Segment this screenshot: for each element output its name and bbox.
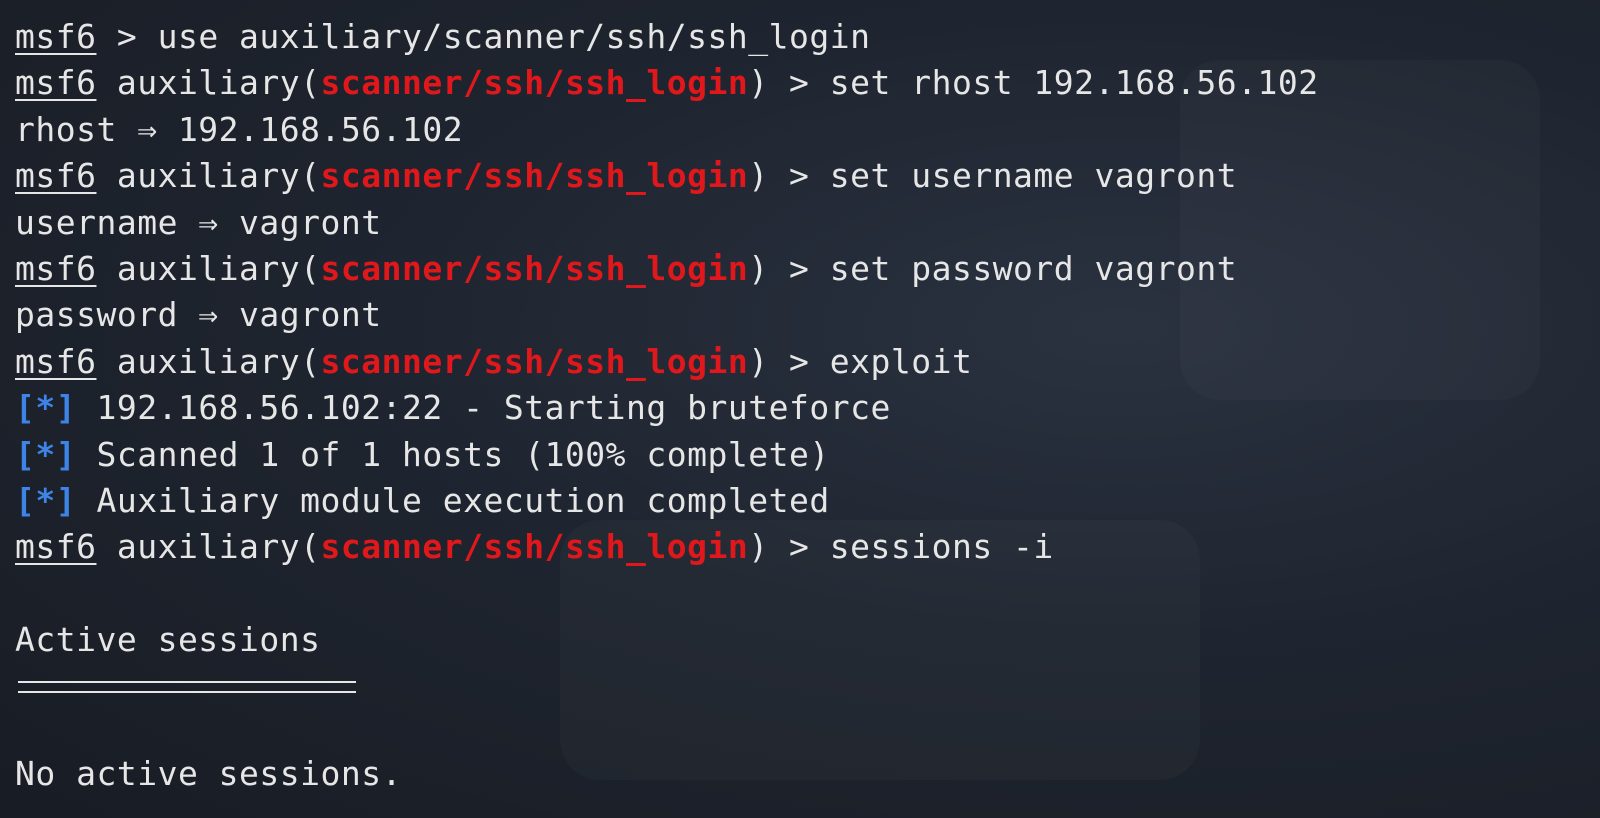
prompt-context: auxiliary(	[96, 527, 321, 567]
output-rhost: rhost ⇒ 192.168.56.102	[15, 109, 464, 149]
prompt-context: auxiliary(	[96, 341, 321, 381]
terminal-window[interactable]: { "prompt": { "name": "msf6", "separator…	[0, 0, 1600, 818]
command-line-use: msf6 > use auxiliary/scanner/ssh/ssh_log…	[15, 14, 1585, 60]
prompt-msf6: msf6	[15, 17, 97, 56]
prompt-context: auxiliary(	[96, 156, 321, 196]
prompt-context-close: )	[748, 156, 790, 196]
output-password: password ⇒ vagront	[15, 295, 382, 335]
sessions-heading: Active sessions	[15, 620, 321, 660]
prompt-context-close: )	[748, 527, 790, 567]
command-line-exploit: msf6 auxiliary(scanner/ssh/ssh_login) > …	[15, 339, 1585, 385]
prompt-context-close: )	[748, 248, 790, 288]
prompt-msf6: msf6	[15, 156, 97, 196]
status-line: [*] Scanned 1 of 1 hosts (100% complete)	[15, 432, 1585, 478]
command-line-sessions: msf6 auxiliary(scanner/ssh/ssh_login) > …	[15, 524, 1585, 570]
command-text: > use auxiliary/scanner/ssh/ssh_login	[96, 17, 871, 56]
prompt-msf6: msf6	[15, 63, 97, 103]
module-name: scanner/ssh/ssh_login	[320, 63, 749, 103]
module-name: scanner/ssh/ssh_login	[320, 341, 749, 381]
module-name: scanner/ssh/ssh_login	[320, 527, 749, 567]
info-marker-icon: [*]	[15, 388, 77, 428]
prompt-context-close: )	[748, 341, 790, 381]
status-line: [*] 192.168.56.102:22 - Starting brutefo…	[15, 385, 1585, 431]
terminal-output: msf6 > use auxiliary/scanner/ssh/ssh_log…	[15, 14, 1585, 818]
command-text: > set username vagront	[789, 156, 1238, 196]
prompt-context-close: )	[748, 63, 790, 103]
output-username: username ⇒ vagront	[15, 202, 382, 242]
prompt-msf6: msf6	[15, 248, 97, 288]
prompt-context: auxiliary(	[96, 63, 321, 103]
info-marker-icon: [*]	[15, 434, 77, 474]
command-line-set-username: msf6 auxiliary(scanner/ssh/ssh_login) > …	[15, 153, 1585, 199]
prompt-msf6: msf6	[15, 527, 97, 567]
command-line-set-rhost: msf6 auxiliary(scanner/ssh/ssh_login) > …	[15, 60, 1585, 106]
module-name: scanner/ssh/ssh_login	[320, 156, 749, 196]
status-text: 192.168.56.102:22 - Starting bruteforce	[76, 388, 891, 428]
command-text: > sessions -i	[789, 527, 1054, 567]
module-name: scanner/ssh/ssh_login	[320, 248, 749, 288]
command-text: > exploit	[789, 341, 973, 381]
status-text: Auxiliary module execution completed	[76, 480, 830, 520]
command-text: > set rhost 192.168.56.102	[789, 63, 1319, 103]
command-text: > set password vagront	[789, 248, 1238, 288]
prompt-context: auxiliary(	[96, 248, 321, 288]
status-line: [*] Auxiliary module execution completed	[15, 478, 1585, 524]
status-text: Scanned 1 of 1 hosts (100% complete)	[76, 434, 830, 474]
sessions-empty-message: No active sessions.	[15, 754, 402, 794]
prompt-msf6: msf6	[15, 341, 97, 381]
command-line-set-password: msf6 auxiliary(scanner/ssh/ssh_login) > …	[15, 246, 1585, 292]
heading-underline	[18, 681, 356, 694]
info-marker-icon: [*]	[15, 480, 77, 520]
